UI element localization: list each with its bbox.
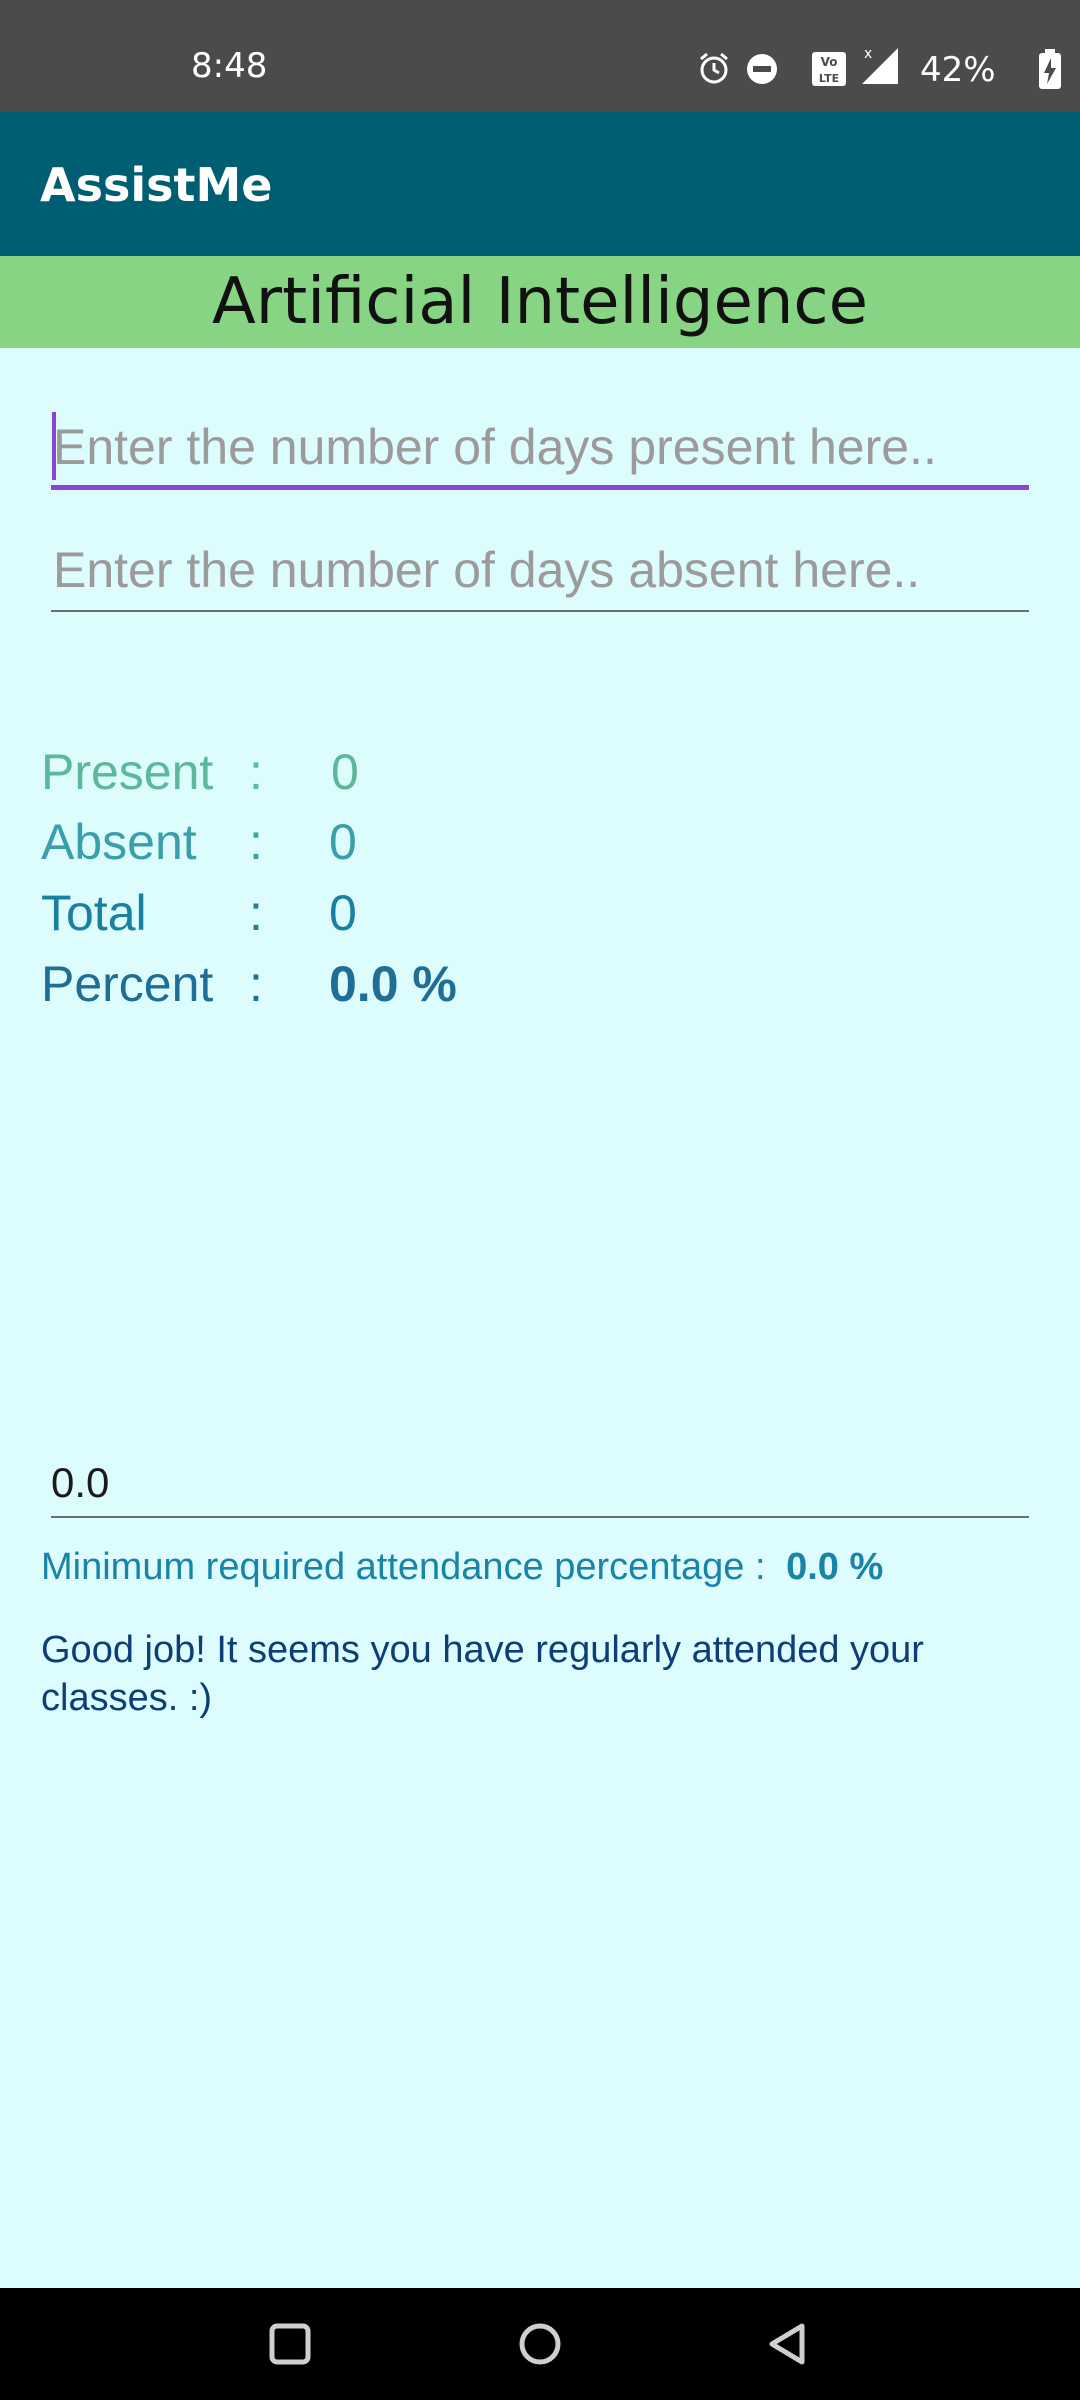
minimum-percentage-label: Minimum required attendance percentage :… xyxy=(41,1542,883,1592)
stat-total-colon: : xyxy=(249,885,263,941)
stat-total-label: Total xyxy=(41,885,147,941)
home-button[interactable] xyxy=(508,2312,572,2376)
status-time: 8:48 xyxy=(191,46,268,86)
do-not-disturb-icon xyxy=(747,54,777,84)
days-absent-input[interactable] xyxy=(51,530,1029,612)
stat-absent-colon: : xyxy=(249,814,263,870)
subject-title: Artificial Intelligence xyxy=(0,256,1080,348)
stat-present-colon: : xyxy=(249,744,263,800)
text-cursor xyxy=(52,412,56,480)
recents-button[interactable] xyxy=(258,2312,322,2376)
svg-text:Vo: Vo xyxy=(821,55,838,69)
days-present-input[interactable] xyxy=(51,408,1029,490)
svg-text:x: x xyxy=(864,46,872,62)
app-title: AssistMe xyxy=(40,158,273,212)
attendance-message: Good job! It seems you have regularly at… xyxy=(41,1629,924,1719)
volte-icon: Vo LTE xyxy=(812,52,846,86)
svg-text:LTE: LTE xyxy=(819,72,839,85)
battery-charging-icon xyxy=(1039,49,1061,89)
stat-total-value: 0 xyxy=(329,885,357,941)
stat-percent-label: Percent xyxy=(41,956,214,1012)
minimum-percentage-value: 0.0 % xyxy=(786,1546,884,1588)
minimum-percentage-text: Minimum required attendance percentage : xyxy=(41,1546,766,1588)
alarm-icon xyxy=(700,52,728,84)
status-bar: 8:48 Vo LTE x 42% xyxy=(0,0,1080,112)
stat-present-value: 0 xyxy=(331,744,359,800)
back-button[interactable] xyxy=(756,2312,820,2376)
stat-percent-colon: : xyxy=(249,956,263,1012)
stat-present-label: Present xyxy=(41,744,214,800)
stat-percent-value: 0.0 % xyxy=(329,956,457,1012)
app-bar: AssistMe xyxy=(0,112,1080,256)
stat-absent-value: 0 xyxy=(329,814,357,870)
minimum-percentage-input[interactable] xyxy=(51,1450,1029,1518)
battery-percent: 42% xyxy=(920,50,996,90)
navigation-bar xyxy=(0,2288,1080,2400)
stat-absent-label: Absent xyxy=(41,814,197,870)
signal-icon: x xyxy=(862,46,898,84)
status-icons: Vo LTE x 42% xyxy=(660,0,1080,112)
